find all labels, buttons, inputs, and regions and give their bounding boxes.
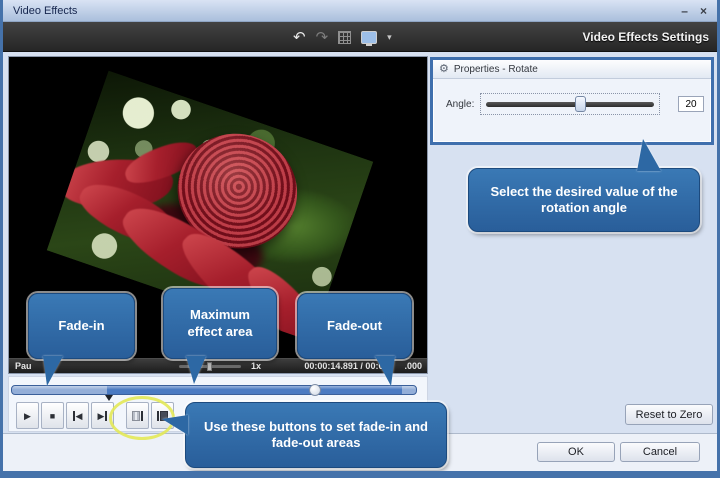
time-total-tail: .000 [404, 361, 422, 371]
callout-tail [375, 356, 395, 386]
next-frame-icon [105, 411, 107, 421]
fade-in-marker [105, 395, 113, 401]
properties-header: ⚙ Properties - Rotate [433, 60, 711, 79]
stop-icon: ■ [50, 411, 55, 421]
playhead-thumb[interactable] [309, 384, 321, 396]
angle-label: Angle: [446, 99, 474, 110]
prev-frame-button[interactable]: ◀ [66, 402, 89, 429]
playback-state-label: Pau [15, 361, 32, 371]
ok-button[interactable]: OK [537, 442, 615, 462]
callout-text: Use these buttons to set fade-in and fad… [196, 419, 436, 452]
speed-label: 1x [251, 361, 261, 371]
title-bar: Video Effects – × [3, 0, 717, 22]
callout-fade-in: Fade-in [28, 293, 135, 359]
set-fade-in-button[interactable] [126, 402, 149, 429]
fade-out-area-icon [157, 411, 159, 421]
play-icon: ▶ [24, 411, 31, 421]
fade-in-area-icon [132, 411, 140, 421]
preview-status-bar: Pau 1x 00:00:14.891 / 00:00 .000 [9, 358, 427, 373]
callout-fade-out: Fade-out [297, 293, 412, 359]
callout-tail [162, 415, 188, 435]
window-title: Video Effects [13, 5, 77, 17]
callout-tail [43, 356, 63, 386]
toolbar: ↶ ↷ ▾ Video Effects Settings [3, 22, 717, 52]
prev-frame-icon [73, 411, 75, 421]
next-frame-icon: ▶ [98, 411, 105, 421]
video-effects-window: Video Effects – × ↶ ↷ ▾ Video Effects Se… [0, 0, 720, 478]
callout-tail [637, 139, 661, 171]
dialog-content: Pau 1x 00:00:14.891 / 00:00 .000 ▶ [3, 52, 717, 471]
callout-text: Select the desired value of the rotation… [479, 184, 689, 217]
cancel-button[interactable]: Cancel [620, 442, 700, 462]
redo-icon[interactable]: ↷ [316, 30, 329, 45]
gear-icon: ⚙ [439, 64, 449, 75]
transport-buttons: ▶ ■ ◀ ▶ [16, 402, 174, 429]
prev-frame-icon: ◀ [76, 411, 83, 421]
properties-body: Angle: [433, 79, 711, 137]
speed-slider-thumb[interactable] [207, 362, 212, 371]
next-frame-button[interactable]: ▶ [91, 402, 114, 429]
callout-tail [186, 356, 206, 384]
settings-title: Video Effects Settings [583, 30, 717, 44]
properties-panel: ⚙ Properties - Rotate Angle: [430, 57, 714, 145]
fade-in-area-icon [141, 411, 143, 421]
grid-icon[interactable] [338, 31, 351, 44]
play-button[interactable]: ▶ [16, 402, 39, 429]
close-button[interactable]: × [700, 5, 707, 17]
chevron-down-icon[interactable]: ▾ [387, 32, 392, 43]
minimize-button[interactable]: – [681, 5, 688, 17]
callout-rotation-angle: Select the desired value of the rotation… [468, 168, 700, 232]
angle-value-input[interactable] [678, 96, 704, 112]
angle-slider-thumb[interactable] [575, 96, 586, 112]
reset-to-zero-button[interactable]: Reset to Zero [625, 404, 713, 425]
callout-fade-buttons: Use these buttons to set fade-in and fad… [185, 402, 447, 468]
angle-slider-track[interactable] [486, 102, 654, 107]
callout-text: Fade-out [327, 318, 382, 334]
properties-title: Properties - Rotate [454, 64, 538, 75]
callout-text: Maximum effect area [174, 307, 266, 340]
callout-max-effect-area: Maximum effect area [163, 288, 277, 359]
monitor-icon[interactable] [361, 31, 377, 44]
stop-button[interactable]: ■ [41, 402, 64, 429]
callout-text: Fade-in [58, 318, 104, 334]
undo-icon[interactable]: ↶ [293, 30, 306, 45]
timeline-track[interactable] [11, 385, 417, 395]
angle-slider[interactable] [480, 93, 660, 115]
time-display: 00:00:14.891 / 00:00 .000 [304, 361, 422, 371]
